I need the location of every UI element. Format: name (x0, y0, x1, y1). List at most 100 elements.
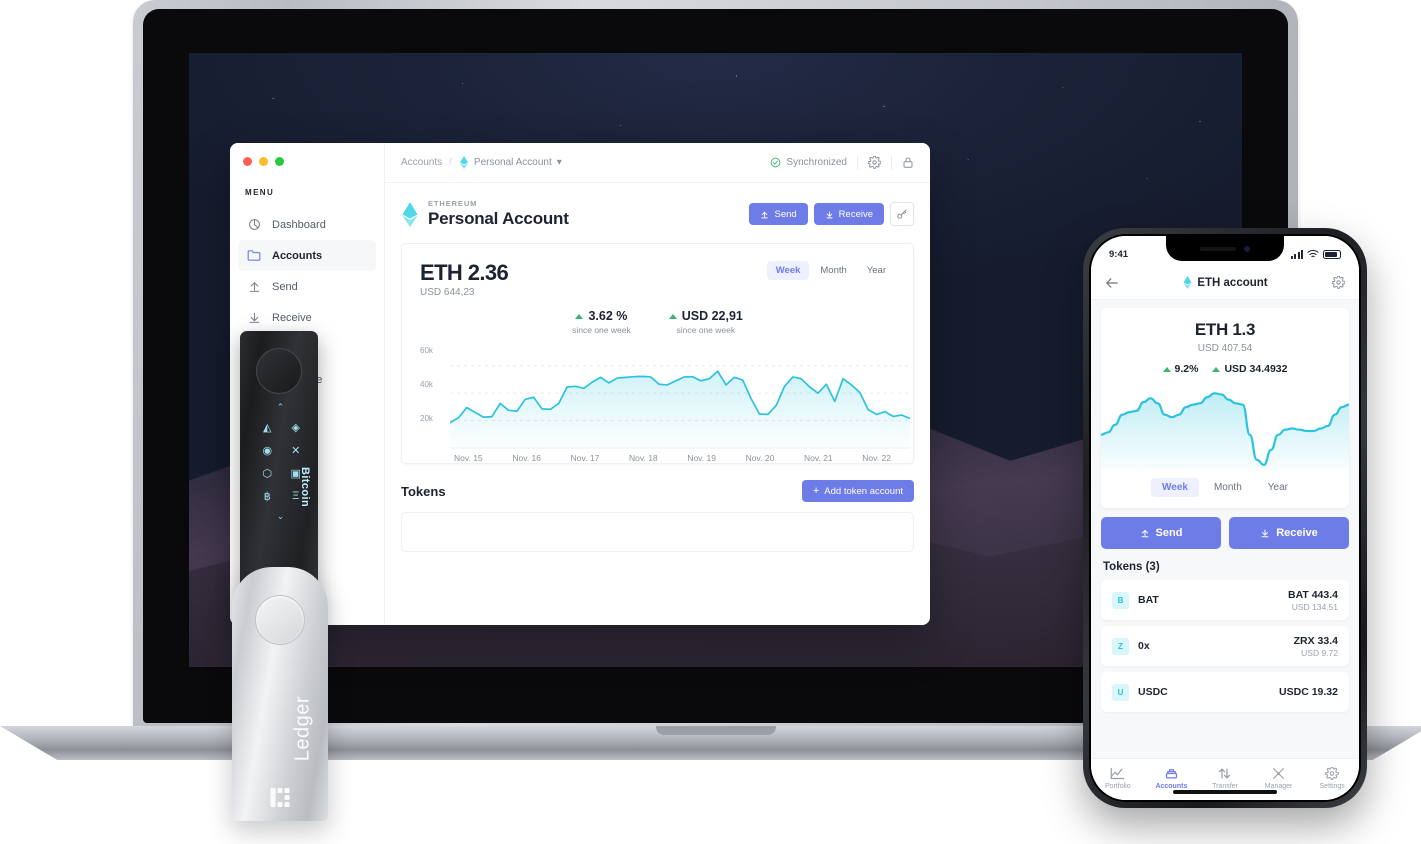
sidebar-item-label: Send (272, 280, 298, 293)
tab-transfer[interactable]: Transfer (1198, 767, 1252, 790)
gear-icon[interactable] (1332, 276, 1345, 289)
tokens-header: Tokens + Add token account (401, 480, 914, 503)
phone-frame: 9:41 ETH account ETH 1.3 USD 407.54 9.2%… (1083, 228, 1367, 808)
balance-crypto: ETH 2.36 (420, 260, 509, 285)
range-week[interactable]: Week (766, 261, 810, 280)
phone-inner-frame: 9:41 ETH account ETH 1.3 USD 407.54 9.2%… (1089, 234, 1361, 802)
phone-send-button[interactable]: Send (1101, 517, 1221, 549)
nano-button[interactable] (256, 348, 302, 394)
x-tick: Nov. 16 (512, 453, 541, 464)
gear-icon[interactable] (868, 156, 881, 169)
phone-balance-fiat: USD 407.54 (1197, 343, 1253, 354)
x-tick: Nov. 17 (570, 453, 600, 464)
breadcrumb-current[interactable]: Personal Account ▾ (459, 156, 562, 169)
tab-accounts[interactable]: Accounts (1145, 767, 1199, 790)
tools-icon (1273, 767, 1284, 779)
phone-content: ETH 1.3 USD 407.54 9.2% USD 34.4932 Week… (1091, 300, 1359, 758)
account-settings-button[interactable] (890, 202, 914, 226)
balance-chart: 60k 40k 20k Nov. 15 Nov. 16 Nov. 17 Nov.… (420, 345, 910, 463)
send-button[interactable]: Send (749, 203, 808, 225)
main-panel: Accounts / Personal Account ▾ Synchroniz… (385, 143, 930, 625)
topbar: Accounts / Personal Account ▾ Synchroniz… (385, 143, 930, 183)
accounts-icon (1165, 768, 1178, 778)
chart-line-icon (1110, 767, 1125, 779)
sync-status: Synchronized (770, 157, 847, 168)
wifi-icon (1307, 250, 1319, 258)
x-axis-labels: Nov. 15 Nov. 16 Nov. 17 Nov. 18 Nov. 19 … (420, 449, 895, 463)
delta-percent: 3.62 % since one week (572, 309, 631, 335)
lock-icon[interactable] (902, 156, 914, 169)
range-month[interactable]: Month (811, 261, 855, 280)
range-year[interactable]: Year (858, 261, 895, 280)
sidebar-item-send[interactable]: Send (238, 271, 376, 302)
arrow-down-icon (247, 311, 261, 325)
token-badge: B (1112, 591, 1129, 609)
ethereum-icon (459, 156, 468, 169)
breadcrumb-accounts[interactable]: Accounts (401, 157, 442, 168)
list-item[interactable]: U USDC USDC 19.32 (1101, 672, 1349, 712)
sidebar-item-label: Accounts (272, 249, 323, 262)
sidebar-item-label: Dashboard (272, 218, 326, 231)
tab-manager[interactable]: Manager (1252, 767, 1306, 790)
nano-brand-label: Ledger (291, 695, 314, 761)
cellular-bars-icon (1290, 249, 1303, 259)
chevron-up-icon: ⌃ (276, 402, 285, 412)
phone-delta-fiat-value: USD 34.4932 (1224, 363, 1288, 375)
delta-fiat: USD 22,91 since one week (668, 309, 743, 335)
phone-range-month[interactable]: Month (1203, 478, 1253, 497)
nano-cover-ring (255, 595, 305, 645)
folder-icon (247, 249, 261, 263)
add-token-label: Add token account (824, 485, 903, 497)
range-selector: Week Month Year (766, 261, 895, 280)
token-values: ZRX 33.4 USD 9.72 (1294, 635, 1338, 658)
phone-send-label: Send (1155, 527, 1183, 539)
x-tick: Nov. 22 (862, 453, 891, 464)
transfer-icon (1219, 767, 1231, 779)
triangle-up-icon (1162, 366, 1171, 372)
ledger-nano-device: ⌃ ◭ ◈ ◉ ✕ ⬡ ▣ ฿ Ξ ⌄ Bitcoin Ledger (232, 331, 328, 821)
delta-percent-value: 3.62 % (588, 309, 628, 324)
arrow-down-icon (1261, 529, 1269, 538)
content-area: ETHEREUM Personal Account Send Receive E… (385, 183, 930, 625)
token-fiat: USD 9.72 (1301, 647, 1338, 658)
check-circle-icon (771, 157, 781, 168)
balance-row: ETH 2.36 USD 644,23 Week Month Year (420, 261, 895, 298)
token-badge: U (1112, 683, 1129, 701)
list-item[interactable]: Z 0x ZRX 33.4 USD 9.72 (1101, 626, 1349, 666)
token-values: USDC 19.32 (1279, 686, 1338, 698)
add-token-account-button[interactable]: + Add token account (801, 480, 914, 503)
phone-range-year[interactable]: Year (1257, 478, 1299, 497)
ledger-live-window: MENU Dashboard Accounts Send Receive Acc… (230, 143, 930, 625)
phone-range-week[interactable]: Week (1151, 478, 1199, 497)
triangle-up-icon (1212, 366, 1221, 372)
app-glyph: ⬡ (262, 468, 273, 480)
phone-delta-percent-value: 9.2% (1174, 363, 1199, 375)
nano-app-name: Bitcoin (299, 467, 311, 508)
phone-nav-bar: ETH account (1091, 266, 1359, 300)
phone-receive-button[interactable]: Receive (1229, 517, 1349, 549)
x-tick: Nov. 21 (803, 453, 833, 464)
arrow-left-icon[interactable] (1105, 277, 1119, 289)
scene: MENU Dashboard Accounts Send Receive Acc… (0, 0, 1421, 844)
sidebar-item-dashboard[interactable]: Dashboard (238, 209, 376, 240)
app-glyph: ◈ (291, 422, 300, 434)
tab-portfolio[interactable]: Portfolio (1091, 767, 1145, 790)
phone-title-label: ETH account (1197, 276, 1268, 289)
x-tick: Nov. 20 (745, 453, 775, 464)
tab-settings[interactable]: Settings (1305, 766, 1359, 790)
sidebar-item-accounts[interactable]: Accounts (238, 240, 376, 271)
list-item[interactable]: B BAT BAT 443.4 USD 134.51 (1101, 580, 1349, 620)
phone-receive-label: Receive (1276, 527, 1318, 539)
receive-button[interactable]: Receive (813, 203, 884, 225)
minimize-button[interactable] (259, 157, 268, 166)
y-tick-60k: 60k (420, 346, 433, 356)
sidebar-item-receive[interactable]: Receive (238, 302, 376, 333)
token-values: BAT 443.4 USD 134.51 (1288, 589, 1338, 612)
maximize-button[interactable] (275, 157, 284, 166)
battery-icon (1323, 249, 1341, 259)
phone-balance-card: ETH 1.3 USD 407.54 9.2% USD 34.4932 Week… (1101, 308, 1349, 508)
close-button[interactable] (243, 157, 252, 166)
ethereum-icon (402, 201, 418, 227)
receive-button-label: Receive (838, 208, 873, 220)
tab-label: Manager (1264, 782, 1293, 790)
